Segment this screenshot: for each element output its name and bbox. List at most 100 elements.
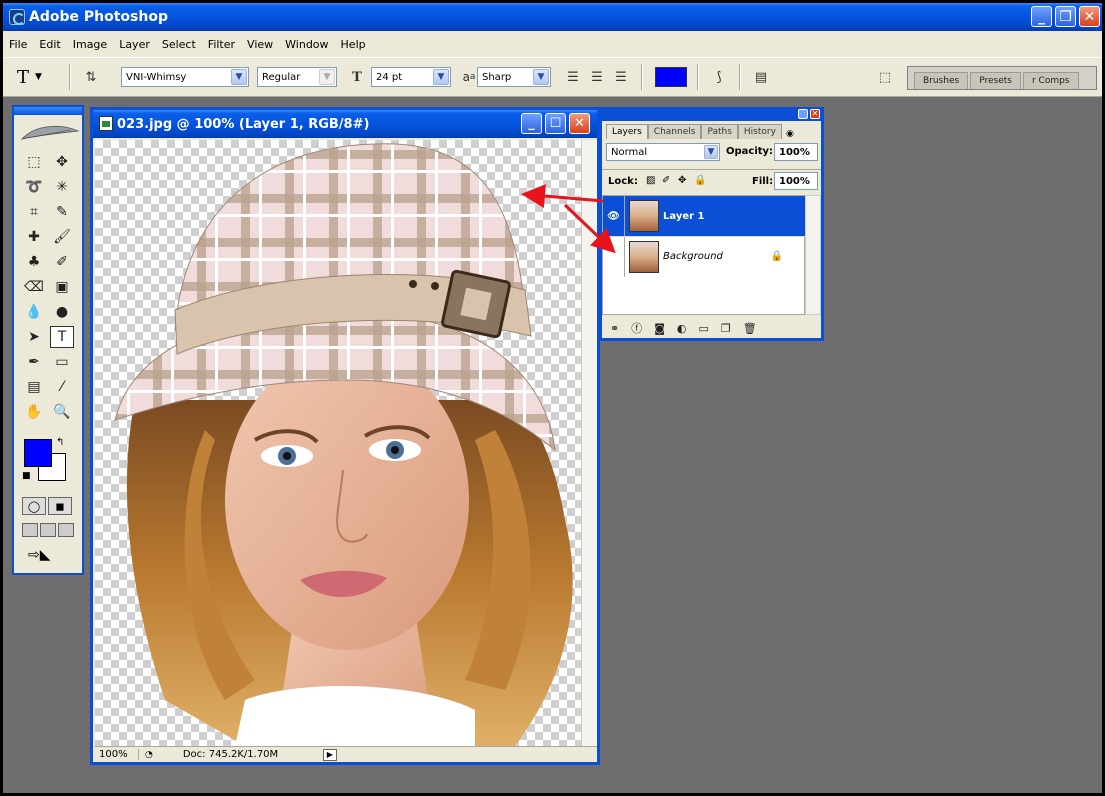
- gradient-tool-icon[interactable]: ▣: [50, 276, 74, 298]
- align-right-icon[interactable]: ☰: [611, 67, 631, 87]
- menu-help[interactable]: Help: [341, 38, 366, 51]
- minimize-icon[interactable]: [798, 109, 808, 119]
- layer-mask-icon[interactable]: ◙: [654, 322, 665, 335]
- align-center-icon[interactable]: ☰: [587, 67, 607, 87]
- adjustment-layer-icon[interactable]: ◐: [677, 322, 687, 335]
- slice-tool-icon[interactable]: ✎: [50, 201, 74, 223]
- blur-tool-icon[interactable]: 💧: [22, 301, 46, 323]
- dodge-tool-icon[interactable]: ●: [50, 301, 74, 323]
- document-title-bar[interactable]: 023.jpg @ 100% (Layer 1, RGB/8#) _ ☐ ✕: [93, 110, 597, 138]
- quick-mask-mode-icon[interactable]: ◼: [48, 497, 72, 515]
- foreground-color-swatch[interactable]: [24, 439, 52, 467]
- layer-style-icon[interactable]: ⓕ: [631, 320, 642, 336]
- well-tab-comps[interactable]: r Comps: [1022, 72, 1079, 89]
- layer-list-scrollbar[interactable]: [805, 195, 821, 315]
- full-screen-menu-icon[interactable]: [40, 523, 56, 537]
- new-group-icon[interactable]: ▭: [699, 322, 709, 335]
- close-icon[interactable]: ✕: [569, 113, 590, 134]
- palettes-toggle-icon[interactable]: ▤: [751, 67, 771, 87]
- toolbox: ⬚ ✥ ➰ ✳ ⌗ ✎ ✚ 🖌 ♣ ✐ ⌫ ▣ 💧 ● ➤ T ✒ ▭ ▤ ⁄ …: [12, 105, 84, 575]
- menu-file[interactable]: File: [9, 38, 27, 51]
- warp-text-icon[interactable]: ⟆: [709, 67, 729, 87]
- jump-to-imageready-icon[interactable]: ⇨◣: [28, 547, 51, 563]
- lock-all-icon[interactable]: 🔒: [694, 175, 706, 186]
- magic-wand-tool-icon[interactable]: ✳: [50, 176, 74, 198]
- standard-screen-icon[interactable]: [22, 523, 38, 537]
- layer-row[interactable]: 👁 Layer 1: [603, 196, 806, 236]
- menu-filter[interactable]: Filter: [208, 38, 235, 51]
- lasso-tool-icon[interactable]: ➰: [22, 176, 46, 198]
- fill-field[interactable]: 100%: [774, 172, 818, 190]
- brush-tool-icon[interactable]: 🖌: [50, 226, 74, 248]
- hand-tool-icon[interactable]: ✋: [22, 401, 46, 423]
- tab-paths[interactable]: Paths: [701, 124, 738, 139]
- move-tool-icon[interactable]: ✥: [50, 151, 74, 173]
- antialias-icon: aa: [462, 70, 476, 84]
- lock-position-icon[interactable]: ✥: [678, 175, 686, 186]
- default-colors-icon[interactable]: ■: [22, 471, 31, 481]
- menu-select[interactable]: Select: [162, 38, 196, 51]
- font-style-select[interactable]: Regular ▼: [257, 67, 337, 87]
- lock-pixels-icon[interactable]: ✐: [662, 175, 670, 186]
- menu-edit[interactable]: Edit: [39, 38, 60, 51]
- eyedropper-tool-icon[interactable]: ⁄: [50, 376, 74, 398]
- toolbox-title-bar[interactable]: [14, 107, 82, 115]
- restore-icon[interactable]: ❐: [1055, 6, 1076, 27]
- font-size-select[interactable]: 24 pt ▼: [371, 67, 451, 87]
- status-menu-arrow-icon[interactable]: ▶: [322, 748, 337, 761]
- full-screen-icon[interactable]: [58, 523, 74, 537]
- standard-mode-icon[interactable]: ◯: [22, 497, 46, 515]
- clone-stamp-tool-icon[interactable]: ♣: [22, 251, 46, 273]
- photoshop-logo-icon: [9, 9, 25, 25]
- history-brush-tool-icon[interactable]: ✐: [50, 251, 74, 273]
- menu-layer[interactable]: Layer: [119, 38, 150, 51]
- menu-image[interactable]: Image: [73, 38, 107, 51]
- zoom-level[interactable]: 100%: [95, 749, 139, 760]
- eraser-tool-icon[interactable]: ⌫: [22, 276, 46, 298]
- opacity-field[interactable]: 100%: [774, 143, 818, 161]
- path-selection-tool-icon[interactable]: ➤: [22, 326, 46, 348]
- antialias-select[interactable]: Sharp ▼: [477, 67, 551, 87]
- tab-history[interactable]: History: [737, 124, 782, 139]
- palette-menu-icon[interactable]: ◉: [786, 129, 794, 139]
- type-tool-icon[interactable]: T: [50, 326, 74, 348]
- font-family-select[interactable]: VNI-Whimsy ▼: [121, 67, 249, 87]
- align-left-icon[interactable]: ☰: [563, 67, 583, 87]
- well-tab-presets[interactable]: Presets: [970, 72, 1021, 89]
- swap-colors-icon[interactable]: ↰: [56, 437, 64, 448]
- tab-channels[interactable]: Channels: [647, 124, 702, 139]
- minimize-icon[interactable]: _: [521, 113, 542, 134]
- link-layers-icon[interactable]: ⚭: [610, 322, 619, 335]
- tab-layers[interactable]: Layers: [606, 124, 648, 139]
- pen-tool-icon[interactable]: ✒: [22, 351, 46, 373]
- close-icon[interactable]: ✕: [810, 109, 820, 119]
- app-title: Adobe Photoshop: [29, 9, 168, 25]
- maximize-icon[interactable]: ☐: [545, 113, 566, 134]
- marquee-tool-icon[interactable]: ⬚: [22, 151, 46, 173]
- orientation-toggle-icon[interactable]: ⇅: [81, 67, 101, 87]
- blend-mode-select[interactable]: Normal ▼: [606, 143, 720, 161]
- lock-transparency-icon[interactable]: ▨: [646, 175, 655, 186]
- healing-brush-tool-icon[interactable]: ✚: [22, 226, 46, 248]
- minimize-icon[interactable]: _: [1031, 6, 1052, 27]
- document-size-info: Doc: 745.2K/1.70M: [182, 749, 279, 760]
- status-info-icon[interactable]: ◔: [145, 750, 153, 760]
- well-tab-brushes[interactable]: Brushes: [914, 72, 969, 89]
- feather-logo-icon: [20, 125, 80, 140]
- notes-tool-icon[interactable]: ▤: [22, 376, 46, 398]
- file-browser-icon[interactable]: ⬚: [875, 67, 895, 87]
- lock-row: Lock: ▨ ✐ ✥ 🔒 Fill: 100%: [602, 169, 821, 191]
- new-layer-icon[interactable]: ❐: [721, 322, 731, 335]
- layer-row[interactable]: Background 🔒: [603, 236, 806, 277]
- text-color-swatch[interactable]: [655, 67, 687, 87]
- palette-well: Brushes Presets r Comps: [907, 66, 1097, 90]
- zoom-tool-icon[interactable]: 🔍: [50, 401, 74, 423]
- close-icon[interactable]: ✕: [1079, 6, 1100, 27]
- delete-layer-icon[interactable]: 🗑: [743, 322, 757, 335]
- shape-tool-icon[interactable]: ▭: [50, 351, 74, 373]
- menu-window[interactable]: Window: [285, 38, 328, 51]
- chevron-down-icon: ▼: [704, 145, 718, 159]
- tool-preset-picker[interactable]: T ▼: [17, 67, 42, 88]
- crop-tool-icon[interactable]: ⌗: [22, 201, 46, 223]
- menu-view[interactable]: View: [247, 38, 273, 51]
